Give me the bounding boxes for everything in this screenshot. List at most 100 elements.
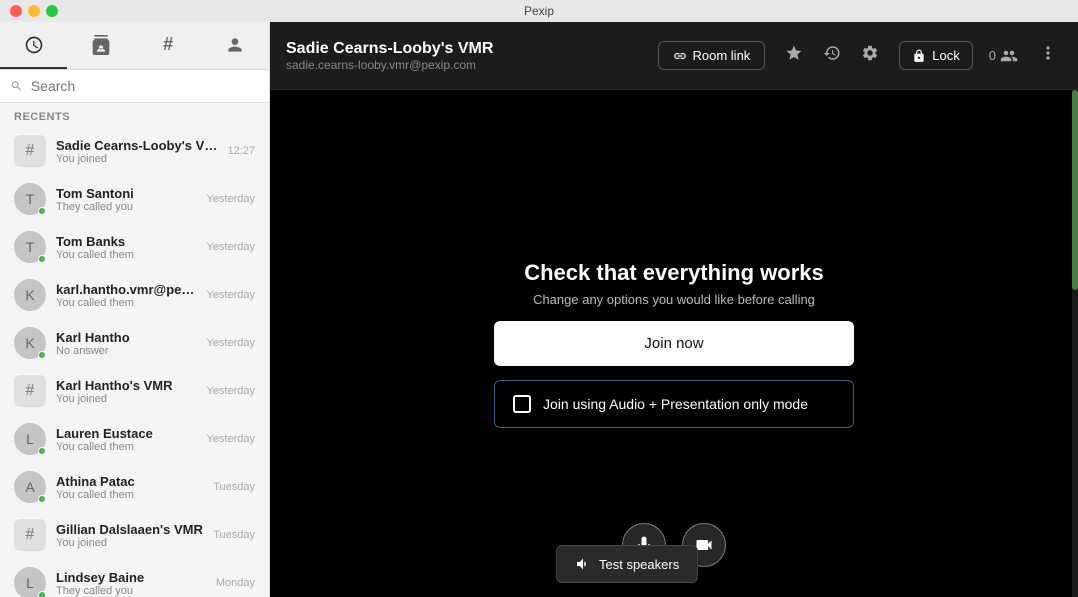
- recent-name: Karl Hantho: [56, 330, 196, 345]
- recent-info: Lauren EustaceYou called them: [56, 426, 196, 453]
- recent-sub: They called you: [56, 201, 196, 213]
- recent-sub: No answer: [56, 345, 196, 357]
- online-indicator: [38, 591, 46, 597]
- online-indicator: [38, 351, 46, 359]
- list-item[interactable]: KKarl HanthoNo answerYesterday: [0, 319, 269, 367]
- test-speakers-button[interactable]: Test speakers: [556, 545, 698, 583]
- room-link-label: Room link: [693, 48, 751, 63]
- participants-badge: 0: [989, 47, 1018, 65]
- audio-mode-button[interactable]: Join using Audio + Presentation only mod…: [494, 380, 854, 428]
- app-body: # RECENTS #Sadie Cearns-Looby's VMRYou j…: [0, 22, 1078, 597]
- recents-list: #Sadie Cearns-Looby's VMRYou joined12:27…: [0, 127, 269, 597]
- recent-time: Yesterday: [206, 337, 255, 349]
- window-title: Pexip: [524, 4, 554, 18]
- avatar: K: [14, 279, 46, 311]
- audio-mode-checkbox[interactable]: [513, 395, 531, 413]
- lock-icon: [912, 49, 926, 63]
- recent-name: Lindsey Baine: [56, 570, 206, 585]
- recent-info: Karl Hantho's VMRYou joined: [56, 378, 196, 405]
- list-item[interactable]: AAthina PatacYou called themTuesday: [0, 463, 269, 511]
- person-icon: [225, 35, 245, 55]
- online-indicator: [38, 495, 46, 503]
- recent-info: Gillian Dalslaaen's VMRYou joined: [56, 522, 203, 549]
- list-item[interactable]: #Karl Hantho's VMRYou joinedYesterday: [0, 367, 269, 415]
- recent-info: Karl HanthoNo answer: [56, 330, 196, 357]
- recent-sub: You called them: [56, 489, 203, 501]
- room-email: sadie.cearns-looby.vmr@pexip.com: [286, 58, 642, 72]
- recent-name: Karl Hantho's VMR: [56, 378, 196, 393]
- avatar: A: [14, 471, 46, 503]
- test-speakers-label: Test speakers: [599, 557, 679, 572]
- recent-sub: You called them: [56, 249, 196, 261]
- header-icons: [781, 40, 883, 71]
- avatar: T: [14, 231, 46, 263]
- lock-button[interactable]: Lock: [899, 41, 972, 70]
- sidebar-nav: #: [0, 22, 269, 70]
- list-item[interactable]: #Gillian Dalslaaen's VMRYou joinedTuesda…: [0, 511, 269, 559]
- recent-name: Lauren Eustace: [56, 426, 196, 441]
- main-header: Sadie Cearns-Looby's VMR sadie.cearns-lo…: [270, 22, 1078, 90]
- recent-sub: You joined: [56, 153, 217, 165]
- recent-name: Athina Patac: [56, 474, 203, 489]
- hash-icon: #: [163, 34, 173, 55]
- search-input[interactable]: [31, 78, 259, 94]
- recent-info: karl.hantho.vmr@pexipd...You called them: [56, 282, 196, 309]
- scroll-thumb[interactable]: [1072, 90, 1078, 290]
- recent-time: Yesterday: [206, 241, 255, 253]
- main-content: Sadie Cearns-Looby's VMR sadie.cearns-lo…: [270, 22, 1078, 597]
- clock-icon: [24, 35, 44, 55]
- list-item[interactable]: TTom SantoniThey called youYesterday: [0, 175, 269, 223]
- link-icon: [673, 49, 687, 63]
- room-name: Sadie Cearns-Looby's VMR: [286, 40, 642, 58]
- join-now-button[interactable]: Join now: [494, 321, 854, 366]
- recent-name: Gillian Dalslaaen's VMR: [56, 522, 203, 537]
- room-link-button[interactable]: Room link: [658, 41, 766, 70]
- recent-time: Yesterday: [206, 385, 255, 397]
- recent-time: Yesterday: [206, 289, 255, 301]
- recent-sub: You called them: [56, 297, 196, 309]
- lock-label: Lock: [932, 48, 959, 63]
- more-menu-icon[interactable]: [1034, 39, 1062, 72]
- scroll-indicator[interactable]: [1072, 90, 1078, 597]
- recent-time: Yesterday: [206, 193, 255, 205]
- window-controls[interactable]: [10, 5, 58, 17]
- audio-mode-label: Join using Audio + Presentation only mod…: [543, 396, 808, 412]
- recent-time: Monday: [216, 577, 255, 589]
- recent-sub: You called them: [56, 441, 196, 453]
- recent-name: Sadie Cearns-Looby's VMR: [56, 138, 217, 153]
- avatar: #: [14, 519, 46, 551]
- nav-item-profile[interactable]: [202, 22, 269, 69]
- nav-item-recent[interactable]: [0, 22, 67, 69]
- recent-time: Yesterday: [206, 433, 255, 445]
- star-icon[interactable]: [781, 40, 807, 71]
- recent-info: Tom SantoniThey called you: [56, 186, 196, 213]
- list-item[interactable]: Kkarl.hantho.vmr@pexipd...You called the…: [0, 271, 269, 319]
- list-item[interactable]: LLindsey BaineThey called youMonday: [0, 559, 269, 597]
- avatar: #: [14, 135, 46, 167]
- recent-info: Sadie Cearns-Looby's VMRYou joined: [56, 138, 217, 165]
- close-button[interactable]: [10, 5, 22, 17]
- nav-item-contacts[interactable]: [67, 22, 134, 69]
- check-subtitle: Change any options you would like before…: [533, 292, 815, 307]
- nav-item-channels[interactable]: #: [135, 22, 202, 69]
- minimize-button[interactable]: [28, 5, 40, 17]
- settings-icon[interactable]: [857, 40, 883, 71]
- check-card: Check that everything works Change any o…: [494, 260, 854, 428]
- recent-sub: You joined: [56, 393, 196, 405]
- list-item[interactable]: # Sadie Cearns-Looby's VMRYou joined 12:27: [0, 127, 269, 175]
- participants-icon: [1000, 47, 1018, 65]
- recent-time: 12:27: [227, 145, 255, 157]
- sidebar: # RECENTS #Sadie Cearns-Looby's VMRYou j…: [0, 22, 270, 597]
- recent-name: Tom Santoni: [56, 186, 196, 201]
- search-icon: [10, 79, 23, 93]
- room-info: Sadie Cearns-Looby's VMR sadie.cearns-lo…: [286, 40, 642, 72]
- list-item[interactable]: LLauren EustaceYou called themYesterday: [0, 415, 269, 463]
- participants-count: 0: [989, 48, 996, 63]
- history-icon[interactable]: [819, 40, 845, 71]
- check-title: Check that everything works: [524, 260, 824, 286]
- recent-name: Tom Banks: [56, 234, 196, 249]
- recent-sub: They called you: [56, 585, 206, 597]
- list-item[interactable]: T Tom BanksYou called them Yesterday: [0, 223, 269, 271]
- speaker-icon: [575, 556, 591, 572]
- maximize-button[interactable]: [46, 5, 58, 17]
